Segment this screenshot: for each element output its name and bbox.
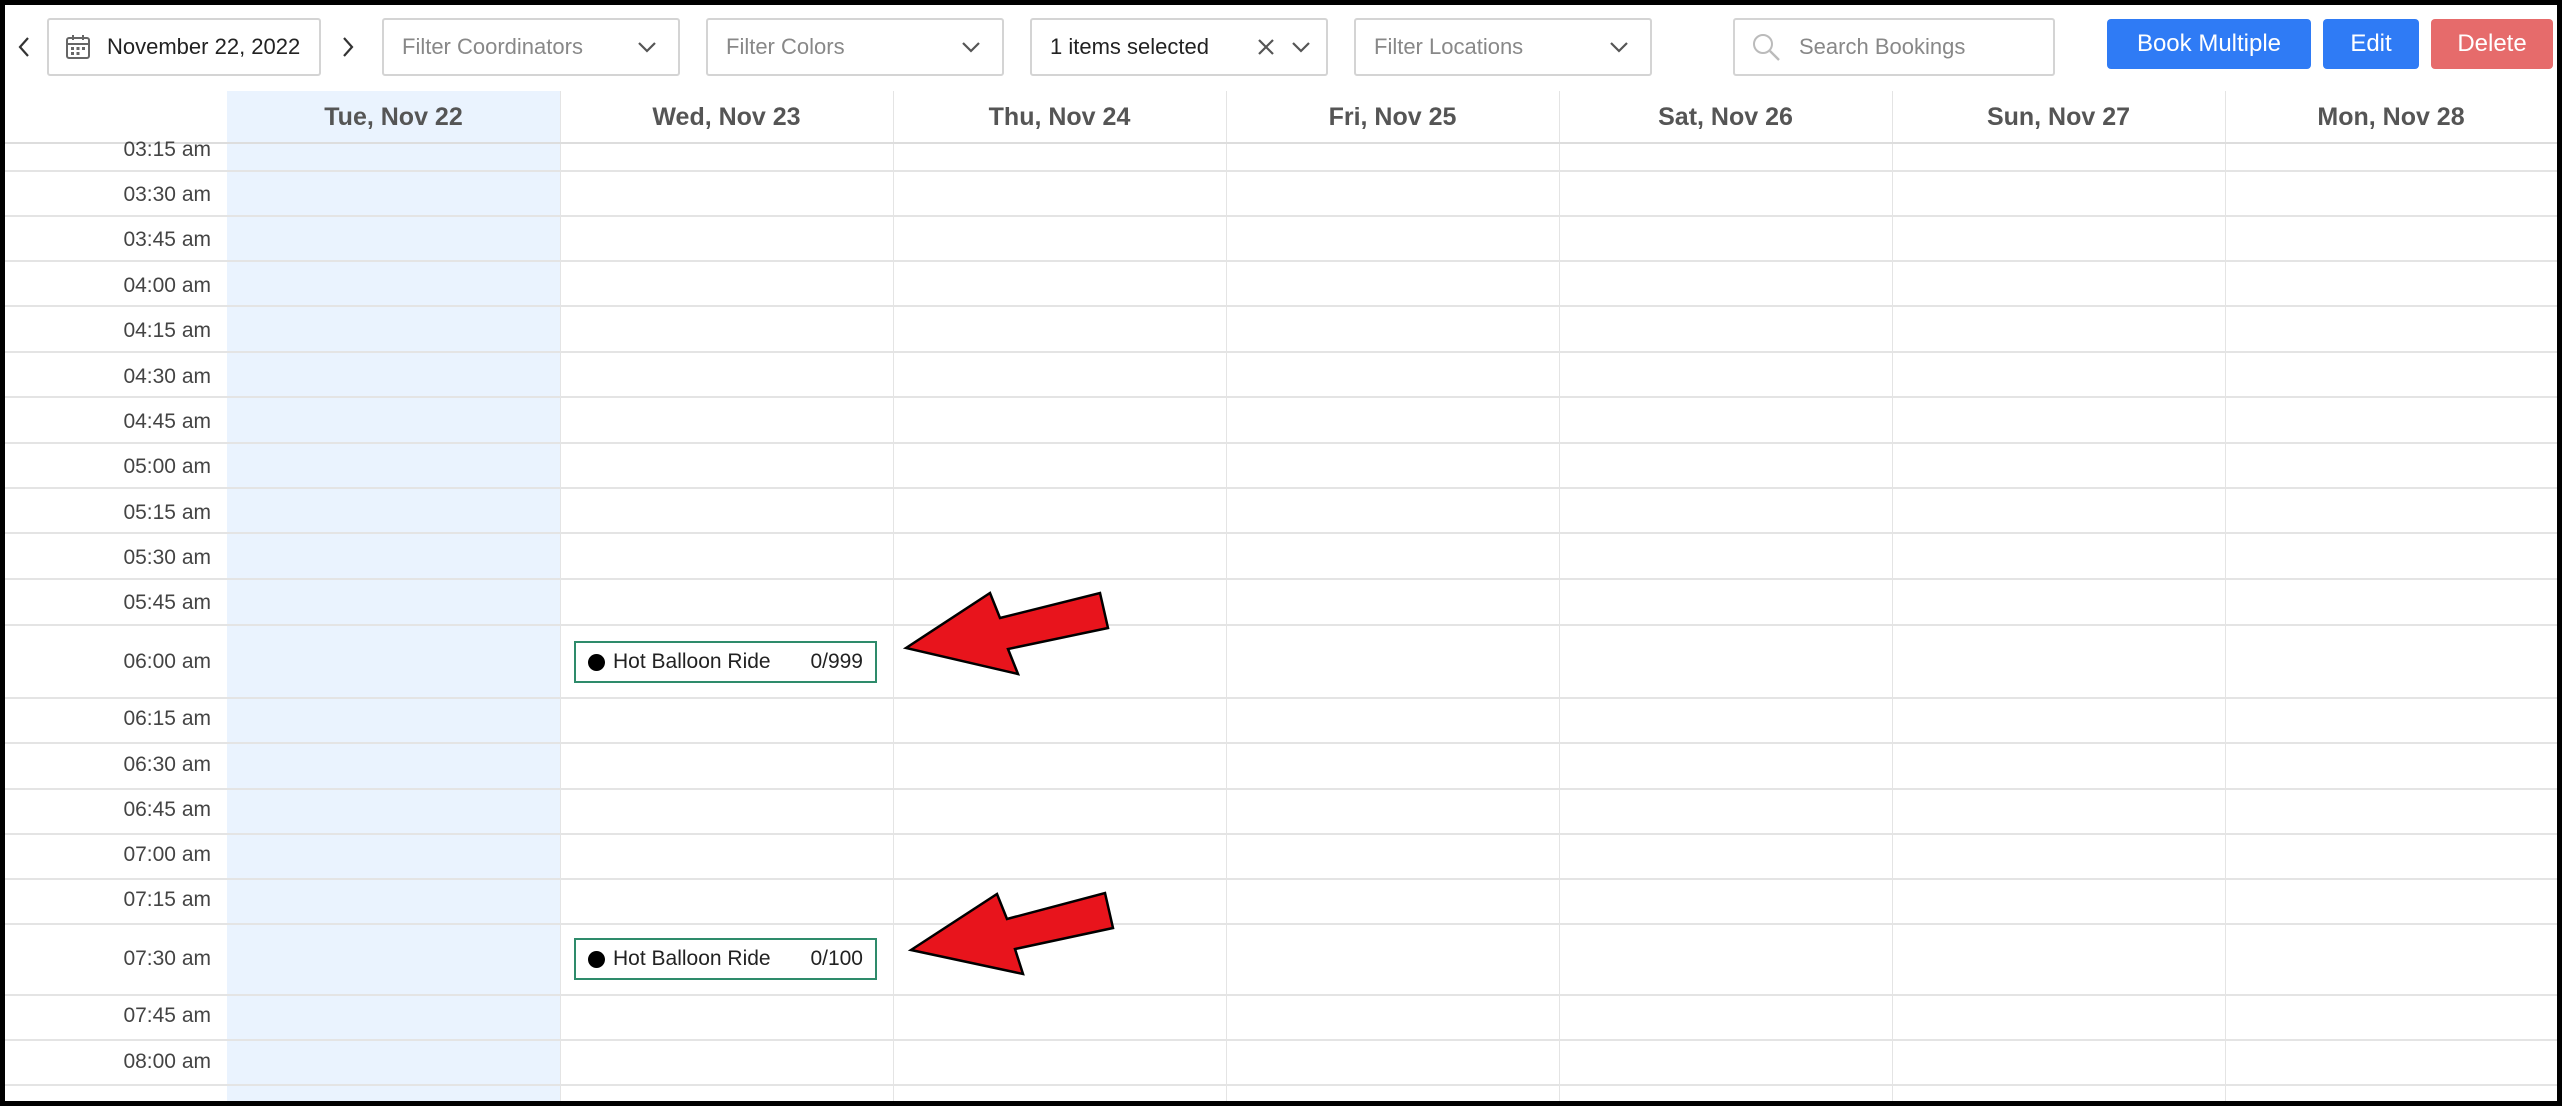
- prev-week-button[interactable]: [7, 18, 41, 76]
- slot-divider: [5, 260, 2557, 262]
- search-icon: [1753, 34, 1780, 61]
- slot-divider: [5, 742, 2557, 744]
- filter-locations-placeholder: Filter Locations: [1374, 34, 1524, 59]
- slot-divider: [5, 624, 2557, 626]
- header-divider: [5, 142, 2557, 144]
- time-label: 07:45 am: [123, 1004, 211, 1027]
- event-name: Hot Balloon Ride: [613, 650, 771, 673]
- chevron-down-icon: [1292, 42, 1310, 53]
- slot-divider: [5, 215, 2557, 217]
- slot-divider: [5, 1084, 2557, 1086]
- grid-divider: [1226, 91, 1227, 1101]
- time-label: 05:15 am: [123, 501, 211, 524]
- time-label: 03:30 am: [123, 183, 211, 206]
- time-label: 06:15 am: [123, 707, 211, 730]
- items-selected-value: 1 items selected: [1050, 34, 1209, 59]
- dot-icon: [588, 653, 605, 671]
- slot-divider: [5, 1039, 2557, 1041]
- grid-divider: [1892, 91, 1893, 1101]
- calendar-icon: [66, 35, 90, 59]
- slot-divider: [5, 396, 2557, 398]
- chevron-down-icon: [962, 42, 980, 53]
- slot-divider: [5, 833, 2557, 835]
- event-name: Hot Balloon Ride: [613, 947, 771, 970]
- edit-button[interactable]: Edit: [2323, 19, 2419, 69]
- event-hot-balloon-ride-0600[interactable]: Hot Balloon Ride 0/999: [574, 641, 877, 683]
- time-label: 06:00 am: [123, 650, 211, 673]
- grid-divider: [2225, 91, 2226, 1101]
- filter-locations-dropdown[interactable]: Filter Locations: [1354, 18, 1652, 76]
- filter-coordinators-dropdown[interactable]: Filter Coordinators: [382, 18, 680, 76]
- event-hot-balloon-ride-0730[interactable]: Hot Balloon Ride 0/100: [574, 938, 877, 980]
- items-select-dropdown[interactable]: 1 items selected: [1030, 18, 1328, 76]
- grid-divider: [893, 91, 894, 1101]
- slot-divider: [5, 994, 2557, 996]
- time-label: 07:15 am: [123, 888, 211, 911]
- time-label: 03:45 am: [123, 228, 211, 251]
- next-week-button[interactable]: [331, 18, 365, 76]
- close-icon[interactable]: [1256, 37, 1276, 57]
- time-label: 04:00 am: [123, 274, 211, 297]
- slot-divider: [5, 923, 2557, 925]
- chevron-down-icon: [638, 42, 656, 53]
- day-header: Mon, Nov 28: [2317, 102, 2465, 131]
- filter-coordinators-placeholder: Filter Coordinators: [402, 34, 583, 59]
- slot-divider: [5, 305, 2557, 307]
- event-capacity: 0/999: [810, 650, 863, 673]
- slot-divider: [5, 532, 2557, 534]
- date-picker[interactable]: November 22, 2022: [47, 18, 321, 76]
- time-label: 05:00 am: [123, 455, 211, 478]
- chevron-right-icon: [343, 37, 354, 57]
- calendar-app: November 22, 2022 Filter Coordinators Fi…: [5, 5, 2557, 1101]
- today-column-highlight: [227, 91, 560, 1101]
- filter-colors-placeholder: Filter Colors: [726, 34, 845, 59]
- time-label: 07:00 am: [123, 843, 211, 866]
- event-capacity: 0/100: [810, 947, 863, 970]
- chevron-left-icon: [18, 37, 29, 57]
- slot-divider: [5, 578, 2557, 580]
- slot-divider: [5, 487, 2557, 489]
- time-label: 06:30 am: [123, 753, 211, 776]
- time-label: 03:15 am: [123, 138, 211, 161]
- book-multiple-button[interactable]: Book Multiple: [2107, 19, 2311, 69]
- day-header: Sun, Nov 27: [1986, 102, 2131, 131]
- filter-colors-dropdown[interactable]: Filter Colors: [706, 18, 1004, 76]
- time-label: 05:45 am: [123, 591, 211, 614]
- day-header: Thu, Nov 24: [988, 102, 1131, 131]
- time-label: 05:30 am: [123, 546, 211, 569]
- slot-divider: [5, 788, 2557, 790]
- slot-divider: [5, 442, 2557, 444]
- toolbar: November 22, 2022 Filter Coordinators Fi…: [5, 5, 2557, 91]
- date-label: November 22, 2022: [107, 34, 301, 59]
- time-label: 06:45 am: [123, 798, 211, 821]
- grid-divider: [560, 91, 561, 1101]
- time-label: 04:30 am: [123, 365, 211, 388]
- chevron-down-icon: [1610, 42, 1628, 53]
- grid-divider: [1559, 91, 1560, 1101]
- red-arrow-annotation: [902, 591, 1110, 676]
- day-header: Sat, Nov 26: [1658, 102, 1793, 131]
- dot-icon: [588, 950, 605, 968]
- slot-divider: [5, 878, 2557, 880]
- red-arrow-annotation: [907, 891, 1115, 976]
- time-label: 07:30 am: [123, 947, 211, 970]
- time-label: 08:00 am: [123, 1050, 211, 1073]
- delete-button[interactable]: Delete: [2431, 19, 2553, 69]
- day-header: Tue, Nov 22: [324, 102, 463, 131]
- search-input[interactable]: [1797, 33, 2041, 61]
- day-header: Wed, Nov 23: [652, 102, 801, 131]
- day-header: Fri, Nov 25: [1328, 102, 1457, 131]
- slot-divider: [5, 351, 2557, 353]
- time-label: 04:45 am: [123, 410, 211, 433]
- search-bookings-field[interactable]: [1733, 18, 2055, 76]
- slot-divider: [5, 697, 2557, 699]
- slot-divider: [5, 170, 2557, 172]
- time-label: 04:15 am: [123, 319, 211, 342]
